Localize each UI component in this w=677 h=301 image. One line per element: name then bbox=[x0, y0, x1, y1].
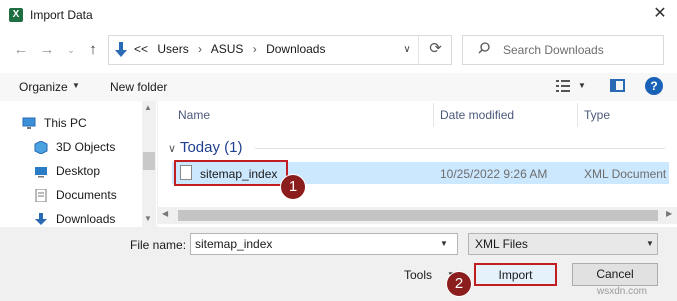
chevron-right-icon: › bbox=[252, 42, 257, 56]
sidebar-item-this-pc[interactable]: This PC bbox=[22, 112, 87, 134]
downloads-folder-icon bbox=[115, 42, 127, 57]
breadcrumb-asus[interactable]: ASUS bbox=[211, 42, 244, 56]
file-type-select[interactable]: XML Files bbox=[468, 233, 658, 255]
sidebar-item-documents[interactable]: Documents bbox=[34, 184, 117, 206]
scroll-down-icon[interactable]: ▼ bbox=[144, 214, 152, 223]
new-folder-button[interactable]: New folder bbox=[110, 80, 167, 94]
document-icon bbox=[35, 188, 47, 202]
back-arrow-icon[interactable]: ← bbox=[12, 40, 30, 60]
sidebar-item-label: This PC bbox=[44, 116, 87, 130]
refresh-icon[interactable]: ⟳ bbox=[418, 35, 452, 65]
download-icon bbox=[35, 212, 47, 225]
sidebar-scroll-thumb[interactable] bbox=[143, 152, 155, 170]
column-divider[interactable] bbox=[577, 103, 578, 127]
column-header-date-modified[interactable]: Date modified bbox=[440, 108, 514, 122]
type-cell: XML Document bbox=[584, 167, 667, 181]
chevron-down-icon[interactable]: ▼ bbox=[440, 239, 448, 248]
forward-arrow-icon[interactable]: → bbox=[38, 40, 56, 60]
scroll-up-icon[interactable]: ▲ bbox=[144, 103, 152, 112]
up-arrow-icon[interactable]: ↑ bbox=[84, 40, 102, 60]
title-bar bbox=[0, 0, 677, 30]
view-options-icon[interactable] bbox=[556, 79, 570, 93]
caret-down-icon[interactable]: ▼ bbox=[72, 81, 80, 90]
scroll-right-icon[interactable]: ▶ bbox=[666, 209, 672, 218]
scroll-left-icon[interactable]: ◀ bbox=[162, 209, 168, 218]
date-modified-cell: 10/25/2022 9:26 AM bbox=[440, 167, 548, 181]
toolbar bbox=[0, 73, 677, 101]
step-badge-2: 2 bbox=[446, 271, 472, 297]
sidebar-item-label: Documents bbox=[56, 188, 117, 202]
tools-button[interactable]: Tools bbox=[404, 268, 432, 282]
chevron-right-icon: › bbox=[198, 42, 203, 56]
file-name-label: File name: bbox=[130, 238, 187, 252]
highlight-box bbox=[174, 160, 288, 186]
chevron-down-icon: ∨ bbox=[168, 143, 177, 155]
cube-icon bbox=[34, 140, 48, 154]
chevron-down-icon[interactable]: ▼ bbox=[646, 239, 654, 248]
window-title: Import Data bbox=[30, 8, 93, 22]
caret-down-icon[interactable]: ▼ bbox=[578, 81, 586, 90]
group-divider bbox=[255, 148, 665, 149]
column-header-type[interactable]: Type bbox=[584, 108, 610, 122]
search-icon bbox=[478, 42, 490, 54]
computer-icon bbox=[22, 117, 36, 129]
address-dropdown-icon[interactable]: ∨ bbox=[398, 37, 416, 63]
horizontal-scroll-thumb[interactable] bbox=[178, 210, 658, 221]
column-header-name[interactable]: Name bbox=[178, 108, 210, 122]
watermark: wsxdn.com bbox=[597, 286, 648, 297]
sidebar-item-3d-objects[interactable]: 3D Objects bbox=[34, 136, 115, 158]
cancel-button[interactable]: Cancel bbox=[572, 263, 658, 286]
breadcrumb-users[interactable]: Users bbox=[157, 42, 188, 56]
column-divider[interactable] bbox=[433, 103, 434, 127]
close-icon[interactable]: ✕ bbox=[648, 3, 672, 25]
recent-locations-chevron-icon[interactable]: ⌄ bbox=[62, 40, 80, 60]
sidebar-item-label: Downloads bbox=[56, 212, 116, 226]
breadcrumb[interactable]: << Users › ASUS › Downloads bbox=[134, 42, 331, 56]
breadcrumb-downloads[interactable]: Downloads bbox=[266, 42, 325, 56]
sidebar-item-label: Desktop bbox=[56, 164, 101, 178]
sidebar-item-label: 3D Objects bbox=[56, 140, 116, 154]
group-label: Today (1) bbox=[179, 139, 243, 156]
excel-icon: X bbox=[9, 8, 23, 22]
group-header[interactable]: ∨ Today (1) bbox=[168, 139, 243, 156]
organize-button[interactable]: Organize bbox=[19, 80, 68, 94]
breadcrumb-overflow[interactable]: << bbox=[134, 42, 148, 56]
file-name-field[interactable]: sitemap_index bbox=[190, 233, 458, 255]
preview-pane-icon[interactable] bbox=[610, 79, 625, 92]
search-placeholder: Search Downloads bbox=[503, 43, 604, 57]
desktop-icon bbox=[35, 166, 47, 177]
step-badge-1: 1 bbox=[280, 174, 306, 200]
help-icon[interactable]: ? bbox=[645, 77, 663, 95]
sidebar-item-desktop[interactable]: Desktop bbox=[34, 160, 100, 182]
import-button[interactable]: Import bbox=[474, 263, 557, 286]
